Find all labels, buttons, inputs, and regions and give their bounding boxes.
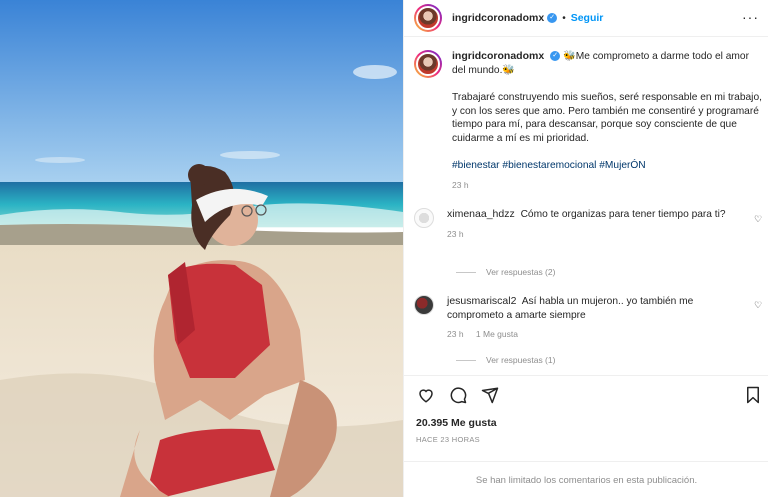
replies-divider	[456, 359, 476, 361]
comment-username[interactable]: ximenaa_hdzz	[447, 208, 515, 220]
comment-body: Cómo te organizas para tener tiempo para…	[520, 209, 726, 220]
comment-text: ximenaa_hdzz Cómo te organizas para tene…	[447, 208, 747, 241]
comment-meta: 23 h	[447, 228, 747, 242]
comment-item: ximenaa_hdzz Cómo te organizas para tene…	[414, 208, 747, 241]
view-replies-button[interactable]: Ver respuestas (1)	[456, 355, 555, 365]
comment-meta: 23 h 1 Me gusta	[447, 328, 747, 342]
caption-avatar[interactable]	[414, 50, 442, 78]
replies-divider	[456, 271, 476, 273]
view-replies-button[interactable]: Ver respuestas (2)	[456, 267, 555, 277]
comment-item: jesusmariscal2 Así habla un mujeron.. yo…	[414, 295, 747, 342]
beach-photo-illustration	[0, 0, 403, 497]
comment-username[interactable]: jesusmariscal2	[447, 295, 516, 307]
comments-list[interactable]: ingridcoronadomx ✓ 🐝Me comprometo a darme…	[404, 38, 768, 374]
more-options-icon[interactable]: ···	[742, 10, 759, 24]
caption-text: ingridcoronadomx ✓ 🐝Me comprometo a darme…	[452, 50, 762, 192]
post-timestamp[interactable]: HACE 23 HORAS	[416, 435, 480, 444]
comments-limited-notice: Se han limitado los comentarios en esta …	[404, 461, 768, 497]
share-icon[interactable]	[480, 386, 500, 406]
likes-count[interactable]: 20.395 Me gusta	[416, 417, 497, 429]
caption-username[interactable]: ingridcoronadomx	[452, 50, 544, 62]
caption-entry: ingridcoronadomx ✓ 🐝Me comprometo a darme…	[414, 50, 762, 192]
post-header: ingridcoronadomx ✓ • Seguir ···	[404, 0, 768, 37]
heart-icon[interactable]	[416, 386, 436, 406]
caption-hashtags[interactable]: #bienestar #bienestaremocional #MujerÓN	[452, 159, 762, 173]
action-icons	[416, 386, 500, 406]
author-info: ingridcoronadomx ✓ • Seguir	[452, 12, 603, 24]
post-photo[interactable]	[0, 0, 403, 497]
avatar-image	[416, 52, 440, 76]
bookmark-icon[interactable]	[743, 386, 763, 406]
view-replies-label: Ver respuestas (1)	[486, 355, 556, 365]
commenter-avatar[interactable]	[414, 208, 434, 228]
avatar-image	[416, 6, 440, 30]
view-replies-label: Ver respuestas (2)	[486, 267, 556, 277]
verified-badge-icon: ✓	[550, 51, 561, 62]
caption-paragraph: Trabajaré construyendo mis sueños, seré …	[452, 92, 762, 144]
separator-dot: •	[562, 12, 566, 24]
author-username[interactable]: ingridcoronadomx	[452, 12, 544, 24]
author-avatar[interactable]	[414, 4, 442, 32]
avatar-image	[414, 208, 434, 228]
comment-time[interactable]: 23 h	[447, 329, 464, 339]
commenter-avatar[interactable]	[414, 295, 434, 315]
caption-meta: 23 h	[452, 179, 762, 193]
instagram-post-view: ingridcoronadomx ✓ • Seguir ··· ingridco…	[0, 0, 768, 497]
post-actions: 20.395 Me gusta HACE 23 HORAS Se han lim…	[404, 375, 768, 497]
avatar-image	[414, 295, 434, 315]
comment-like-heart-icon[interactable]: ♡	[754, 214, 763, 224]
follow-button[interactable]: Seguir	[571, 12, 604, 24]
verified-badge-icon: ✓	[547, 13, 558, 23]
caption-time[interactable]: 23 h	[452, 180, 469, 190]
comment-like-heart-icon[interactable]: ♡	[754, 300, 763, 310]
comment-likes[interactable]: 1 Me gusta	[476, 329, 518, 339]
comment-text: jesusmariscal2 Así habla un mujeron.. yo…	[447, 295, 747, 342]
comment-icon[interactable]	[448, 386, 468, 406]
comment-time[interactable]: 23 h	[447, 229, 464, 239]
post-side-panel: ingridcoronadomx ✓ • Seguir ··· ingridco…	[403, 0, 768, 497]
